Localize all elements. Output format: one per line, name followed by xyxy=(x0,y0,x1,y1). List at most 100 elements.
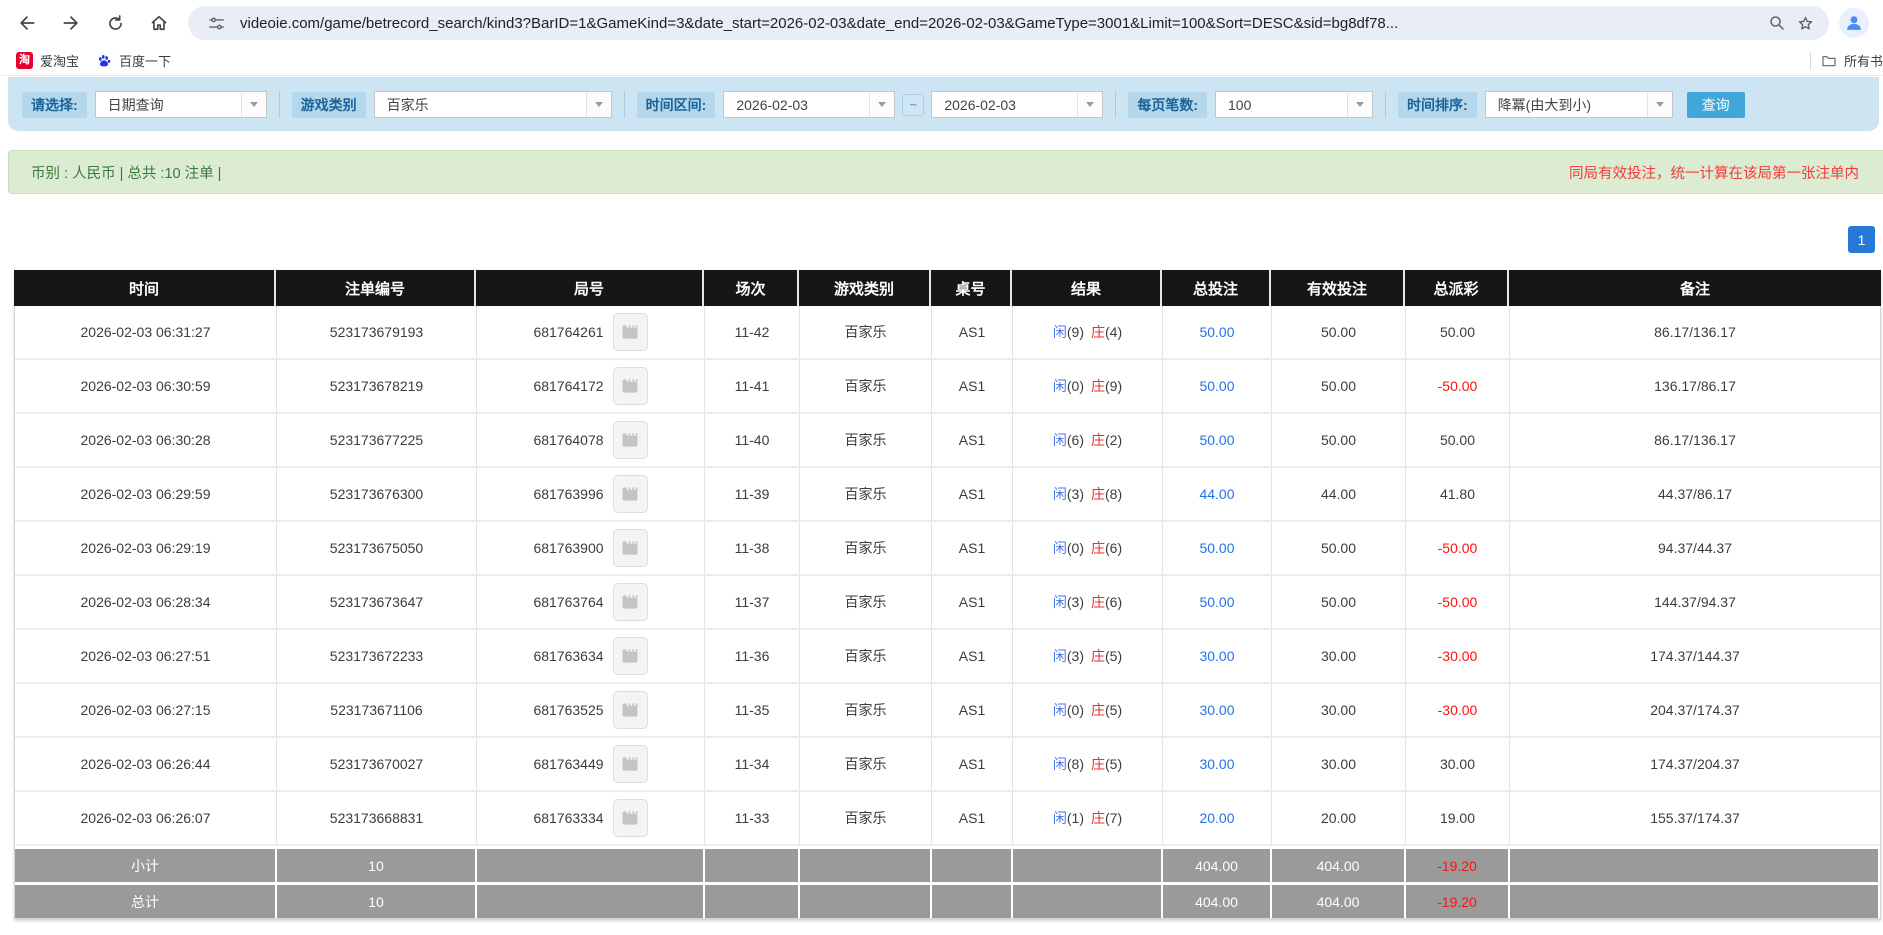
result-banker-score: (8) xyxy=(1105,486,1122,502)
cell-round: 681763449 xyxy=(477,738,705,790)
table-row: 2026-02-03 06:29:19 523173675050 6817639… xyxy=(15,522,1880,576)
subtotal-valid-bet: 404.00 xyxy=(1272,849,1406,882)
video-replay-button[interactable] xyxy=(613,367,648,405)
cell-round: 681763996 xyxy=(477,468,705,520)
cell-valid-bet: 50.00 xyxy=(1272,576,1406,628)
table-row: 2026-02-03 06:27:51 523173672233 6817636… xyxy=(15,630,1880,684)
profile-avatar[interactable] xyxy=(1839,8,1869,38)
search-button[interactable]: 查询 xyxy=(1687,92,1745,118)
header-bet-id: 注单编号 xyxy=(276,270,476,306)
date-range-tilde: ~ xyxy=(902,94,924,116)
total-bet-link[interactable]: 50.00 xyxy=(1199,432,1234,448)
video-replay-button[interactable] xyxy=(613,637,648,675)
date-range-label: 时间区间: xyxy=(637,92,716,118)
result-player-score: (9) xyxy=(1067,324,1084,340)
cell-total-bet: 30.00 xyxy=(1163,738,1272,790)
cell-valid-bet: 50.00 xyxy=(1272,360,1406,412)
result-player-score: (1) xyxy=(1067,810,1084,826)
address-bar[interactable]: videoie.com/game/betrecord_search/kind3?… xyxy=(188,6,1829,40)
chevron-down-icon[interactable] xyxy=(869,92,894,117)
baidu-paw-icon xyxy=(95,52,112,69)
header-round: 局号 xyxy=(476,270,704,306)
cell-table-no: AS1 xyxy=(932,306,1013,358)
cell-remark: 155.37/174.37 xyxy=(1510,792,1880,844)
video-replay-button[interactable] xyxy=(613,691,648,729)
cell-total-bet: 20.00 xyxy=(1163,792,1272,844)
round-number: 681763634 xyxy=(533,648,603,664)
total-bet-link[interactable]: 30.00 xyxy=(1199,702,1234,718)
round-number: 681764172 xyxy=(533,378,603,394)
cell-total-bet: 50.00 xyxy=(1163,360,1272,412)
result-player-label: 闲 xyxy=(1053,376,1067,396)
total-bet-link[interactable]: 50.00 xyxy=(1199,324,1234,340)
cell-result: 闲(3)庄(6) xyxy=(1013,576,1163,628)
cell-payout: 50.00 xyxy=(1406,306,1510,358)
bookmark-baidu[interactable]: 百度一下 xyxy=(95,51,171,70)
total-bet-link[interactable]: 50.00 xyxy=(1199,594,1234,610)
table-row: 2026-02-03 06:27:15 523173671106 6817635… xyxy=(15,684,1880,738)
video-replay-button[interactable] xyxy=(613,745,648,783)
total-bet-link[interactable]: 50.00 xyxy=(1199,540,1234,556)
all-bookmarks-button[interactable]: 所有书签 xyxy=(1821,51,1883,70)
bookmark-star-button[interactable] xyxy=(1791,9,1819,37)
cell-session: 11-39 xyxy=(705,468,800,520)
bookmarks-bar: 淘 爱淘宝 百度一下 所有书签 xyxy=(0,46,1883,76)
cell-total-bet: 30.00 xyxy=(1163,630,1272,682)
select-mode-dropdown[interactable]: 日期查询 xyxy=(95,91,267,118)
cell-payout: -50.00 xyxy=(1406,360,1510,412)
game-type-dropdown[interactable]: 百家乐 xyxy=(374,91,612,118)
total-bet-link[interactable]: 20.00 xyxy=(1199,810,1234,826)
result-player-label: 闲 xyxy=(1053,700,1067,720)
bookmark-taobao[interactable]: 淘 爱淘宝 xyxy=(16,51,79,70)
video-replay-button[interactable] xyxy=(613,421,648,459)
pagination-page-1[interactable]: 1 xyxy=(1848,226,1875,253)
cell-remark: 44.37/86.17 xyxy=(1510,468,1880,520)
total-count: 10 xyxy=(277,885,477,918)
cell-payout: -30.00 xyxy=(1406,630,1510,682)
total-bet-link[interactable]: 30.00 xyxy=(1199,648,1234,664)
back-button[interactable] xyxy=(10,6,44,40)
table-row: 2026-02-03 06:30:28 523173677225 6817640… xyxy=(15,414,1880,468)
cell-bet-id: 523173671106 xyxy=(277,684,477,736)
forward-button[interactable] xyxy=(54,6,88,40)
total-bet-link[interactable]: 30.00 xyxy=(1199,756,1234,772)
cell-table-no: AS1 xyxy=(932,738,1013,790)
chevron-down-icon[interactable] xyxy=(1077,92,1102,117)
zoom-button[interactable] xyxy=(1763,9,1791,37)
result-banker-label: 庄 xyxy=(1091,754,1105,774)
sort-label: 时间排序: xyxy=(1398,92,1477,118)
cell-result: 闲(6)庄(2) xyxy=(1013,414,1163,466)
date-end-picker[interactable]: 2026-02-03 xyxy=(931,91,1103,118)
round-number: 681764261 xyxy=(533,324,603,340)
page-size-dropdown[interactable]: 100 xyxy=(1215,91,1373,118)
result-banker-score: (2) xyxy=(1105,432,1122,448)
video-replay-button[interactable] xyxy=(613,313,648,351)
result-player-score: (3) xyxy=(1067,594,1084,610)
video-replay-button[interactable] xyxy=(613,583,648,621)
video-replay-button[interactable] xyxy=(613,529,648,567)
url-text[interactable]: videoie.com/game/betrecord_search/kind3?… xyxy=(240,15,1763,32)
cell-result: 闲(0)庄(5) xyxy=(1013,684,1163,736)
cell-table-no: AS1 xyxy=(932,684,1013,736)
chevron-down-icon[interactable] xyxy=(1347,92,1372,117)
date-start-picker[interactable]: 2026-02-03 xyxy=(723,91,895,118)
home-button[interactable] xyxy=(142,6,176,40)
video-replay-button[interactable] xyxy=(613,475,648,513)
cell-game-type: 百家乐 xyxy=(800,684,932,736)
chevron-down-icon[interactable] xyxy=(586,92,611,117)
total-total-bet: 404.00 xyxy=(1163,885,1272,918)
total-bet-link[interactable]: 50.00 xyxy=(1199,378,1234,394)
chevron-down-icon[interactable] xyxy=(241,92,266,117)
reload-button[interactable] xyxy=(98,6,132,40)
cell-game-type: 百家乐 xyxy=(800,738,932,790)
video-replay-button[interactable] xyxy=(613,799,648,837)
subtotal-total-bet: 404.00 xyxy=(1163,849,1272,882)
site-info-button[interactable] xyxy=(202,9,230,37)
tune-icon xyxy=(208,15,225,32)
sort-dropdown[interactable]: 降冪(由大到小) xyxy=(1485,91,1673,118)
chevron-down-icon[interactable] xyxy=(1647,92,1672,117)
header-payout: 总派彩 xyxy=(1405,270,1509,306)
total-bet-link[interactable]: 44.00 xyxy=(1199,486,1234,502)
result-banker-score: (5) xyxy=(1105,756,1122,772)
header-valid-bet: 有效投注 xyxy=(1271,270,1405,306)
